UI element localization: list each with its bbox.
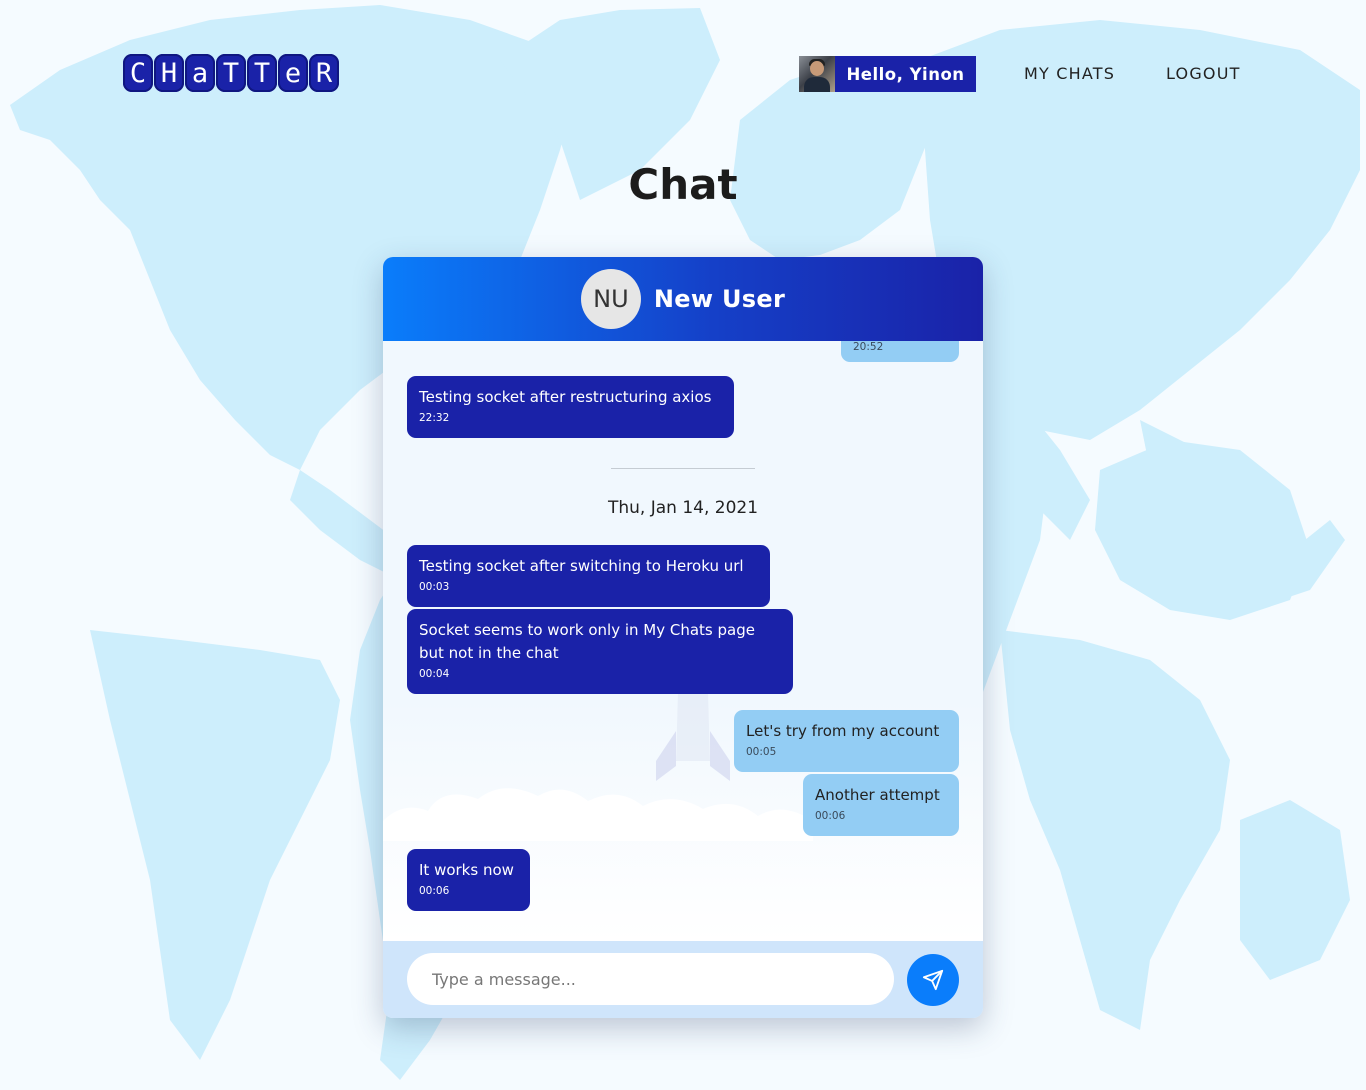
user-greeting: Hello, Yinon (835, 56, 976, 92)
message-composer (383, 941, 983, 1018)
chat-header: NU New User (383, 257, 983, 341)
user-avatar (799, 56, 835, 92)
message-time: 00:04 (419, 668, 450, 680)
message-bubble-incoming[interactable]: Testing socket after switching to Heroku… (407, 545, 770, 607)
logo-letter: R (309, 54, 339, 92)
message-input[interactable] (407, 953, 894, 1005)
send-icon (922, 969, 944, 991)
user-profile-chip[interactable]: Hello, Yinon (799, 56, 976, 92)
message-bubble-outgoing[interactable]: Let's try from my account 00:05 (734, 710, 959, 772)
nav-my-chats-link[interactable]: MY CHATS (1024, 64, 1115, 83)
contact-name: New User (653, 285, 786, 313)
message-time: 00:06 (419, 885, 450, 897)
date-separator: Thu, Jan 14, 2021 (607, 498, 759, 518)
message-bubble-incoming[interactable]: It works now 00:06 (407, 849, 530, 911)
message-bubble-incoming[interactable]: Testing socket after restructuring axios… (407, 376, 734, 438)
logo-letter: a (185, 54, 215, 92)
nav-logout-link[interactable]: LOGOUT (1166, 64, 1241, 83)
logo-letter: H (154, 54, 184, 92)
message-text: Socket seems to work only in My Chats pa… (419, 621, 755, 662)
logo-letter: e (278, 54, 308, 92)
logo-letter: T (216, 54, 246, 92)
message-bubble-incoming[interactable]: Socket seems to work only in My Chats pa… (407, 609, 793, 694)
message-bubble-outgoing[interactable]: Another attempt 00:06 (803, 774, 959, 836)
message-text: Testing socket after restructuring axios (419, 388, 712, 406)
message-text: Another attempt (815, 786, 940, 804)
message-time: 00:06 (815, 810, 846, 822)
contact-avatar[interactable]: NU (580, 269, 641, 329)
chatter-logo[interactable]: C H a T T e R (123, 54, 339, 92)
message-time: 00:03 (419, 581, 450, 593)
message-time: 00:05 (746, 746, 777, 758)
message-text: Let's try from my account (746, 722, 940, 740)
logo-letter: C (123, 54, 153, 92)
message-text: It works now (419, 861, 514, 879)
message-list[interactable]: 20:52 Testing socket after restructuring… (383, 341, 983, 941)
logo-letter: T (247, 54, 277, 92)
page-title: Chat (628, 160, 738, 209)
chat-window: NU New User 20:52 Testing socket after r… (383, 257, 983, 1018)
message-text: Testing socket after switching to Heroku… (419, 557, 744, 575)
date-divider-line (611, 468, 755, 469)
message-time: 20:52 (853, 341, 884, 353)
message-time: 22:32 (419, 412, 450, 424)
send-button[interactable] (907, 954, 959, 1006)
message-bubble-outgoing[interactable]: 20:52 (841, 341, 959, 362)
